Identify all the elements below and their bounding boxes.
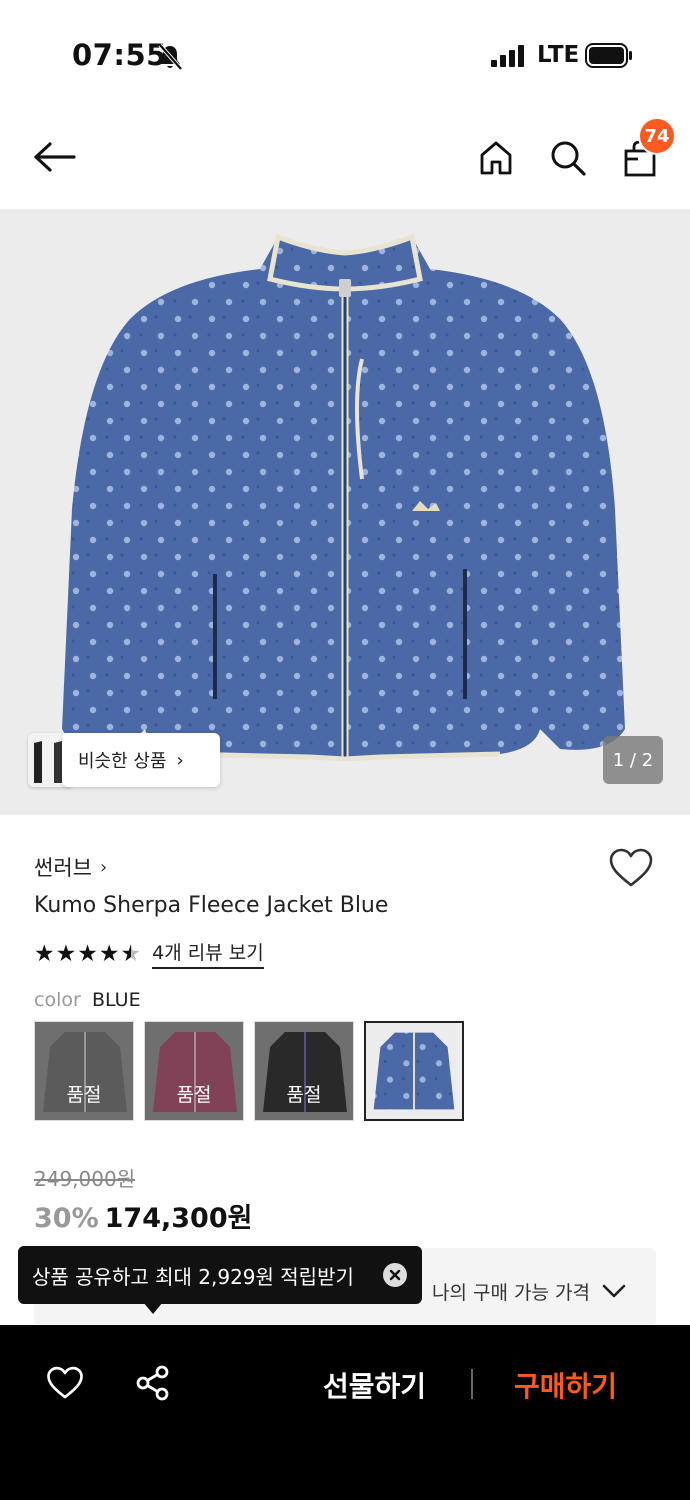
bottom-action-bar: 선물하기 구매하기: [0, 1325, 690, 1500]
tooltip-arrow: [143, 1302, 163, 1314]
share-button[interactable]: [135, 1365, 171, 1401]
top-nav-bar: [0, 110, 690, 208]
arrow-left-icon: [34, 142, 76, 172]
star-icon: ★: [98, 940, 120, 967]
swatch-jacket-image: [366, 1023, 462, 1119]
original-price: 249,000원: [34, 1167, 136, 1191]
color-swatch-pink[interactable]: 품절: [144, 1021, 244, 1121]
search-button[interactable]: [540, 130, 596, 186]
price-row: 30% 174,300원: [34, 1196, 252, 1235]
status-time: 07:55: [72, 38, 167, 72]
product-image: [62, 233, 625, 762]
review-link[interactable]: 4개 리뷰 보기: [152, 938, 264, 969]
similar-products-label: 비슷한 상품: [78, 751, 167, 772]
home-button[interactable]: [468, 130, 524, 186]
chevron-right-icon: ›: [99, 856, 108, 878]
brand-name: 썬러브: [34, 856, 92, 880]
color-swatches: 품절 품절 품절: [34, 1021, 474, 1121]
product-image-carousel[interactable]: [0, 209, 690, 815]
star-icon: ★: [34, 940, 55, 967]
buy-button[interactable]: 구매하기: [514, 1365, 617, 1405]
sale-price: 174,300원: [104, 1203, 253, 1234]
battery-icon: [585, 43, 632, 68]
similar-products-button[interactable]: 비슷한 상품 ›: [62, 733, 220, 787]
share-reward-tooltip: 상품 공유하고 최대 2,929원 적립받기: [18, 1246, 422, 1304]
chevron-down-icon: [602, 1284, 626, 1298]
home-icon: [480, 141, 512, 175]
bell-off-icon: [158, 43, 183, 71]
status-bar: 07:55 LTE: [0, 0, 690, 110]
chevron-right-icon: ›: [176, 749, 184, 771]
image-page-counter: 1 / 2: [603, 736, 663, 784]
color-label: color: [34, 989, 81, 1011]
gift-button[interactable]: 선물하기: [323, 1365, 426, 1405]
back-button[interactable]: [26, 129, 82, 185]
bottom-wishlist-button[interactable]: [46, 1365, 84, 1401]
heart-icon: [47, 1366, 83, 1399]
cart-count-badge: 74: [638, 117, 676, 155]
wishlist-button[interactable]: [608, 847, 656, 893]
discount-rate: 30%: [34, 1203, 99, 1234]
color-swatch-black[interactable]: 품절: [254, 1021, 354, 1121]
half-star-icon: ★: [120, 940, 142, 967]
tooltip-text: 상품 공유하고 최대 2,929원 적립받기: [32, 1264, 354, 1289]
heart-icon: [609, 848, 653, 887]
close-icon: [389, 1269, 401, 1281]
search-icon: [551, 141, 586, 176]
soldout-label: 품절: [255, 1022, 353, 1120]
my-price-label: 나의 구매 가능 가격: [432, 1282, 590, 1304]
brand-link[interactable]: 썬러브 ›: [34, 852, 107, 882]
color-swatch-blue[interactable]: [364, 1021, 464, 1121]
share-icon: [136, 1365, 169, 1401]
soldout-label: 품절: [145, 1022, 243, 1120]
similar-products-chip[interactable]: 비슷한 상품 ›: [28, 733, 220, 787]
network-label: LTE: [537, 42, 580, 68]
star-icon: ★: [55, 940, 77, 967]
rating-row: ★ ★ ★ ★ ★ 4개 리뷰 보기: [34, 938, 264, 969]
signal-icon: [491, 45, 524, 67]
soldout-label: 품절: [35, 1022, 133, 1120]
divider: [471, 1369, 473, 1399]
color-swatch-gray[interactable]: 품절: [34, 1021, 134, 1121]
star-icon: ★: [77, 940, 98, 967]
tooltip-close-button[interactable]: [383, 1263, 407, 1287]
product-name: Kumo Sherpa Fleece Jacket Blue: [34, 893, 389, 918]
star-rating: ★ ★ ★ ★ ★: [34, 940, 142, 968]
color-value: BLUE: [92, 989, 141, 1011]
